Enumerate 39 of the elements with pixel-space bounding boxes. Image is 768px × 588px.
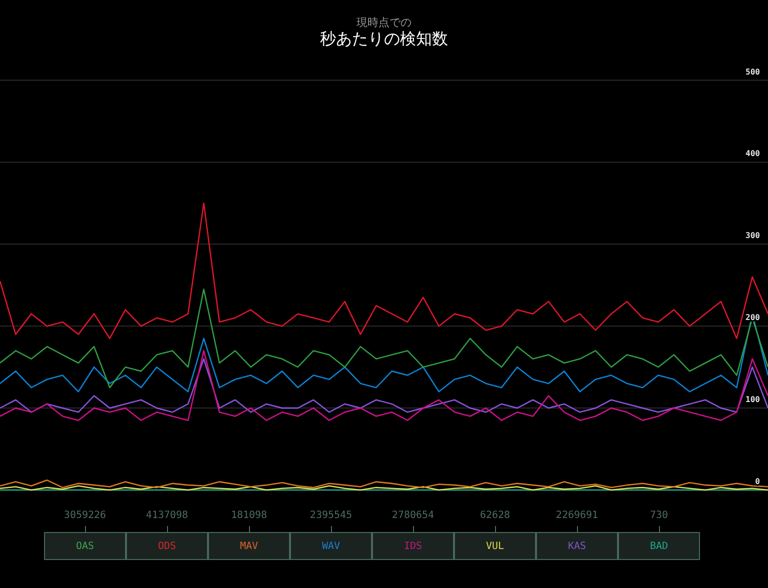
legend-cell[interactable]: OAS	[44, 532, 126, 560]
legend-cell[interactable]: MAV	[208, 532, 290, 560]
axis-label: 300	[746, 231, 760, 240]
legend-cell[interactable]: ODS	[126, 532, 208, 560]
legend-tick	[658, 526, 660, 532]
chart-title: 秒あたりの検知数	[320, 29, 448, 49]
legend-label: IDS	[404, 540, 422, 554]
legend-tick	[412, 526, 414, 532]
legend-count: 62628	[480, 510, 510, 522]
legend-label: KAS	[568, 540, 586, 554]
legend-tick	[494, 526, 496, 532]
legend-count: 2395545	[310, 510, 352, 522]
legend-tick	[330, 526, 332, 532]
legend-tick	[248, 526, 250, 532]
legend-tick	[576, 526, 578, 532]
legend-tick	[166, 526, 168, 532]
chart-subtitle: 現時点での	[356, 16, 412, 29]
legend-tick	[84, 526, 86, 532]
legend-count: 2269691	[556, 510, 598, 522]
legend-label: VUL	[486, 540, 504, 554]
legend-cell[interactable]: IDS	[372, 532, 454, 560]
legend-cell[interactable]: BAD	[618, 532, 700, 560]
axis-label: 500	[746, 67, 760, 76]
legend-count: 181098	[230, 510, 268, 522]
legend-count: 730	[650, 510, 668, 522]
legend-count: 4137098	[146, 510, 188, 522]
legend-label: WAV	[322, 540, 340, 554]
axis-label: 100	[746, 395, 760, 404]
legend-label: OAS	[76, 540, 94, 554]
legend-count: 3059226	[64, 510, 106, 522]
legend-count: 2780654	[392, 510, 434, 522]
legend-cell[interactable]: WAV	[290, 532, 372, 560]
axis-label: 400	[746, 149, 760, 158]
legend-label: MAV	[240, 540, 258, 554]
legend-label: BAD	[650, 540, 668, 554]
legend-cell[interactable]: VUL	[454, 532, 536, 560]
legend-label: ODS	[158, 540, 176, 554]
axis-label: 0	[755, 477, 760, 486]
legend-cell[interactable]: KAS	[536, 532, 618, 560]
